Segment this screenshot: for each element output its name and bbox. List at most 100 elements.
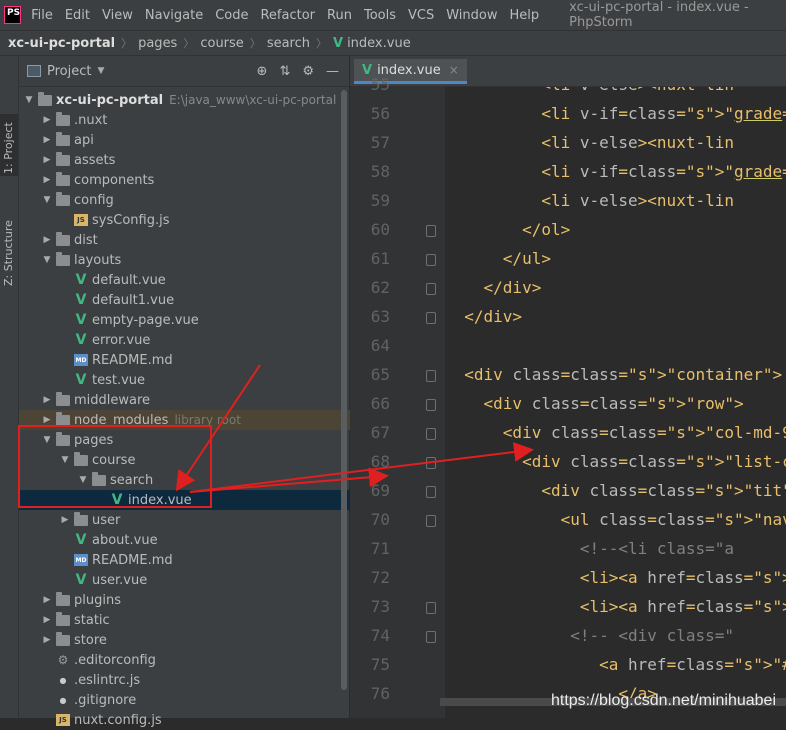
expand-right-icon[interactable]: ▶ <box>41 415 53 425</box>
breadcrumb-course[interactable]: course <box>200 36 243 51</box>
fold-marker-icon[interactable] <box>426 399 436 411</box>
code-line[interactable]: <li v-else><nuxt-lin <box>445 133 734 152</box>
menu-code[interactable]: Code <box>215 8 248 23</box>
tree-item[interactable]: Vdefault1.vue <box>19 290 389 310</box>
tree-scrollbar[interactable] <box>341 90 347 690</box>
menu-view[interactable]: View <box>102 8 133 23</box>
code-line[interactable]: <div class=class="s">"container"> <box>445 365 782 384</box>
tree-item[interactable]: ▶ static <box>19 610 371 630</box>
tree-item[interactable]: ● .gitignore <box>19 690 371 710</box>
code-line[interactable]: <li><a href=class="s">"#"> <box>445 568 786 587</box>
code-line[interactable]: <div class=class="s">"row"> <box>445 394 744 413</box>
code-line[interactable]: <ul class=class="s">"nav nav <box>445 510 786 529</box>
expand-down-icon[interactable]: ▼ <box>23 95 35 105</box>
fold-marker-icon[interactable] <box>426 428 436 440</box>
expand-right-icon[interactable]: ▶ <box>41 155 53 165</box>
expand-right-icon[interactable]: ▶ <box>41 595 53 605</box>
code-line[interactable]: <div class=class="s">"list-cont- <box>445 452 786 471</box>
tree-item[interactable]: Vdefault.vue <box>19 270 389 290</box>
expand-right-icon[interactable]: ▶ <box>41 175 53 185</box>
tree-item[interactable]: JS sysConfig.js <box>19 210 389 230</box>
tree-item[interactable]: MD README.md <box>19 350 389 370</box>
fold-marker-icon[interactable] <box>426 254 436 266</box>
menu-refactor[interactable]: Refactor <box>260 8 315 23</box>
breadcrumb-project[interactable]: xc-ui-pc-portal <box>8 36 115 51</box>
gear-icon[interactable]: ⚙ <box>302 64 314 79</box>
code-line[interactable]: <li v-else><nuxt-lin <box>445 87 734 94</box>
tree-item[interactable]: ▼ xc-ui-pc-portal E:\java_www\xc-ui-pc-por… <box>19 90 353 110</box>
tree-item[interactable]: ▶ dist <box>19 230 371 250</box>
tree-item[interactable]: ▼ layouts <box>19 250 371 270</box>
code-line[interactable]: <li v-if=class="s">"grade=='20 <box>445 104 786 123</box>
expand-down-icon[interactable]: ▼ <box>41 195 53 205</box>
tree-item[interactable]: Vtest.vue <box>19 370 389 390</box>
tree-item[interactable]: ▶ middleware <box>19 390 371 410</box>
code-line[interactable]: </div> <box>445 278 542 297</box>
expand-right-icon[interactable]: ▶ <box>41 615 53 625</box>
menu-tools[interactable]: Tools <box>364 8 396 23</box>
tree-item[interactable]: ● .eslintrc.js <box>19 670 371 690</box>
fold-marker-icon[interactable] <box>426 486 436 498</box>
menu-file[interactable]: File <box>31 8 53 23</box>
tree-item[interactable]: Vuser.vue <box>19 570 389 590</box>
breadcrumb-search[interactable]: search <box>267 36 310 51</box>
tree-item[interactable]: Vempty-page.vue <box>19 310 389 330</box>
fold-marker-icon[interactable] <box>426 312 436 324</box>
dropdown-arrow-icon[interactable]: ▼ <box>97 66 104 76</box>
locate-target-icon[interactable]: ⊕ <box>257 64 268 79</box>
tree-item[interactable]: ▶ assets <box>19 150 371 170</box>
tree-item[interactable]: ⚙ .editorconfig <box>19 650 371 670</box>
tree-item[interactable]: JS nuxt.config.js <box>19 710 371 730</box>
structure-tool-tab[interactable]: Z: Structure <box>0 206 18 286</box>
project-tool-tab[interactable]: 1: Project <box>0 114 18 176</box>
code-line[interactable]: <a href=class="s">"#" cl <box>445 655 786 674</box>
code-line[interactable]: </ul> <box>445 249 551 268</box>
tree-item[interactable]: ▶ plugins <box>19 590 371 610</box>
breadcrumb-pages[interactable]: pages <box>138 36 177 51</box>
tree-item[interactable]: ▶ user <box>19 510 389 530</box>
menu-edit[interactable]: Edit <box>65 8 90 23</box>
code-line[interactable]: <li v-else><nuxt-lin <box>445 191 734 210</box>
menu-navigate[interactable]: Navigate <box>145 8 203 23</box>
code-line[interactable]: <li><a href=class="s">"#"> <box>445 597 786 616</box>
code-line[interactable]: <div class=class="s">"tit"> <box>445 481 786 500</box>
tree-item[interactable]: ▶ store <box>19 630 371 650</box>
tree-item[interactable]: ▶ components <box>19 170 371 190</box>
code-editor[interactable]: <li v-else><nuxt-lin <li v-if=class="s">… <box>445 87 786 718</box>
tree-item[interactable]: MD README.md <box>19 550 389 570</box>
code-line[interactable]: <div class=class="s">"col-md-9 lis <box>445 423 786 442</box>
menu-vcs[interactable]: VCS <box>408 8 434 23</box>
code-line[interactable]: <!--<li class="a <box>445 539 734 558</box>
expand-right-icon[interactable]: ▶ <box>59 515 71 525</box>
fold-marker-icon[interactable] <box>426 283 436 295</box>
code-line[interactable]: <li v-if=class="s">"grade=='20 <box>445 162 786 181</box>
fold-marker-icon[interactable] <box>426 602 436 614</box>
collapse-all-icon[interactable]: ⇅ <box>279 64 290 79</box>
fold-marker-icon[interactable] <box>426 457 436 469</box>
fold-marker-icon[interactable] <box>426 370 436 382</box>
expand-right-icon[interactable]: ▶ <box>41 135 53 145</box>
expand-right-icon[interactable]: ▶ <box>41 235 53 245</box>
minimize-icon[interactable]: — <box>326 64 339 79</box>
fold-marker-icon[interactable] <box>426 515 436 527</box>
tree-item[interactable]: ▶ api <box>19 130 371 150</box>
breadcrumb-file[interactable]: V index.vue <box>333 36 411 51</box>
menu-help[interactable]: Help <box>510 8 540 23</box>
expand-right-icon[interactable]: ▶ <box>41 635 53 645</box>
code-line[interactable]: </ol> <box>445 220 570 239</box>
fold-marker-icon[interactable] <box>426 631 436 643</box>
code-line[interactable]: <!-- <div class=" <box>445 626 734 645</box>
menu-window[interactable]: Window <box>446 8 497 23</box>
expand-down-icon[interactable]: ▼ <box>41 255 53 265</box>
code-line[interactable]: </div> <box>445 307 522 326</box>
expand-right-icon[interactable]: ▶ <box>41 395 53 405</box>
project-panel-title[interactable]: Project <box>47 64 91 79</box>
tree-item[interactable]: ▼ config <box>19 190 371 210</box>
tree-item[interactable]: Verror.vue <box>19 330 389 350</box>
fold-marker-icon[interactable] <box>426 225 436 237</box>
close-icon[interactable]: × <box>449 63 459 77</box>
tree-item[interactable]: ▶ .nuxt <box>19 110 371 130</box>
tree-item[interactable]: Vabout.vue <box>19 530 389 550</box>
expand-right-icon[interactable]: ▶ <box>41 115 53 125</box>
menu-run[interactable]: Run <box>327 8 352 23</box>
